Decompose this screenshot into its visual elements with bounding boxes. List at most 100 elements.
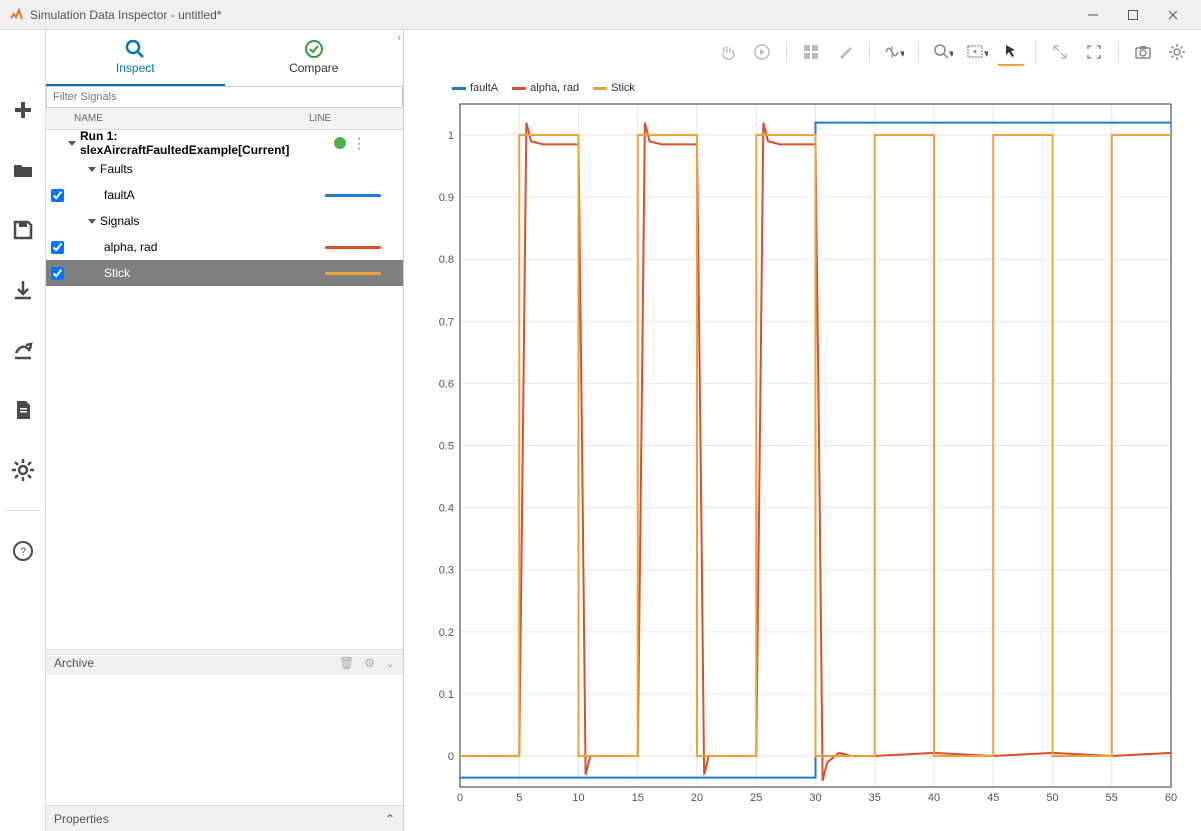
check-circle-icon <box>304 39 324 59</box>
signal-row[interactable]: Stick <box>46 260 403 286</box>
svg-text:0.4: 0.4 <box>439 503 454 515</box>
svg-text:25: 25 <box>750 792 762 804</box>
svg-text:0: 0 <box>448 751 454 763</box>
svg-text:60: 60 <box>1165 792 1177 804</box>
layout-button[interactable] <box>797 38 825 66</box>
pan-hand-button[interactable] <box>714 38 742 66</box>
run-status-dot <box>334 137 346 149</box>
svg-text:▾: ▾ <box>949 48 953 60</box>
signal-line-swatch <box>325 272 381 275</box>
svg-text:?: ? <box>19 546 25 558</box>
import-button[interactable] <box>3 270 43 310</box>
side-tabs: Inspect Compare <box>46 30 403 86</box>
collapse-panel-button[interactable]: ‹ <box>397 32 401 44</box>
svg-text:10: 10 <box>572 792 584 804</box>
svg-text:55: 55 <box>1106 792 1118 804</box>
tree-headers: NAME LINE <box>46 108 403 130</box>
chevron-down-icon[interactable]: ⌄ <box>385 656 395 670</box>
properties-header[interactable]: Properties ⌃ <box>46 805 403 831</box>
properties-label: Properties <box>54 812 109 826</box>
svg-text:0.9: 0.9 <box>439 192 454 204</box>
svg-text:50: 50 <box>1046 792 1058 804</box>
clear-button[interactable] <box>831 38 859 66</box>
signal-tree: Run 1: slexAircraftFaultedExample[Curren… <box>46 130 403 649</box>
signal-line-swatch <box>325 246 381 249</box>
group-label: Signals <box>100 214 139 228</box>
plot-settings-button[interactable] <box>1163 38 1191 66</box>
fit-button[interactable]: ▾ <box>963 38 991 66</box>
svg-text:1: 1 <box>448 130 454 142</box>
trash-icon[interactable]: 🗑 <box>339 656 354 670</box>
minimize-button[interactable] <box>1073 0 1113 30</box>
maximize-button[interactable] <box>1113 0 1153 30</box>
svg-text:0: 0 <box>457 792 463 804</box>
replay-button[interactable] <box>748 38 776 66</box>
legend-item: alpha, rad <box>512 82 579 94</box>
svg-text:0.6: 0.6 <box>439 378 454 390</box>
report-button[interactable] <box>3 390 43 430</box>
header-name: NAME <box>68 113 303 124</box>
close-button[interactable] <box>1153 0 1193 30</box>
svg-text:0.2: 0.2 <box>439 627 454 639</box>
svg-text:15: 15 <box>632 792 644 804</box>
signal-row[interactable]: alpha, rad <box>46 234 403 260</box>
help-button[interactable]: ? <box>3 531 43 571</box>
signal-label: alpha, rad <box>104 240 157 254</box>
cursor-mode-button[interactable]: ▾ <box>880 38 908 66</box>
signal-row[interactable]: faultA <box>46 182 403 208</box>
matlab-logo-icon <box>8 7 24 23</box>
signal-checkbox[interactable] <box>51 267 64 280</box>
save-button[interactable] <box>3 210 43 250</box>
svg-text:0.3: 0.3 <box>439 565 454 577</box>
svg-text:▾: ▾ <box>984 48 988 60</box>
svg-text:35: 35 <box>869 792 881 804</box>
plot-legend: faultAalpha, radStick <box>452 82 635 94</box>
header-line: LINE <box>303 113 403 124</box>
snapshot-button[interactable] <box>1129 38 1157 66</box>
svg-text:5: 5 <box>516 792 522 804</box>
open-button[interactable] <box>3 150 43 190</box>
run-options-icon[interactable]: ⋮ <box>352 135 366 152</box>
svg-text:0.1: 0.1 <box>439 689 454 701</box>
svg-text:30: 30 <box>809 792 821 804</box>
chevron-up-icon[interactable]: ⌃ <box>385 812 395 826</box>
svg-text:45: 45 <box>987 792 999 804</box>
side-panel: ‹ Inspect Compare NAME LINE Run 1: slexA… <box>46 30 404 831</box>
filter-signals-input[interactable] <box>46 86 403 108</box>
svg-text:0.5: 0.5 <box>439 441 454 453</box>
group-label: Faults <box>100 162 133 176</box>
svg-text:0.7: 0.7 <box>439 316 454 328</box>
gear-small-icon[interactable]: ⚙ <box>364 656 375 670</box>
archive-label: Archive <box>54 656 94 670</box>
tab-compare[interactable]: Compare <box>225 30 404 86</box>
plot-toolbar: ▾ ▾ ▾ <box>404 30 1201 74</box>
tab-compare-label: Compare <box>289 61 338 75</box>
fullscreen-button[interactable] <box>1080 38 1108 66</box>
export-button[interactable] <box>3 330 43 370</box>
archive-header[interactable]: Archive 🗑 ⚙ ⌄ <box>46 649 403 675</box>
tab-inspect[interactable]: Inspect <box>46 30 225 86</box>
signal-label: faultA <box>104 188 135 202</box>
signal-checkbox[interactable] <box>51 189 64 202</box>
window-title: Simulation Data Inspector - untitled* <box>30 8 1073 22</box>
svg-text:20: 20 <box>691 792 703 804</box>
plot-area: ▾ ▾ ▾ faultAalpha, radStick 051015202530… <box>404 30 1201 831</box>
left-icon-rail: ? <box>0 30 46 831</box>
pointer-button[interactable] <box>997 38 1025 66</box>
archive-body <box>46 675 403 805</box>
svg-text:▾: ▾ <box>900 48 904 60</box>
chart-svg: 0 5 10 15 20 25 30 35 40 45 50 55 60 0 0.1 0.2 0.3 0.4 0.5… <box>424 74 1181 811</box>
signal-label: Stick <box>104 266 130 280</box>
svg-text:40: 40 <box>928 792 940 804</box>
signal-checkbox[interactable] <box>51 241 64 254</box>
zoom-button[interactable]: ▾ <box>929 38 957 66</box>
new-button[interactable] <box>3 90 43 130</box>
settings-button[interactable] <box>3 450 43 490</box>
title-bar: Simulation Data Inspector - untitled* <box>0 0 1201 30</box>
svg-text:0.8: 0.8 <box>439 254 454 266</box>
legend-item: Stick <box>593 82 635 94</box>
signal-line-swatch <box>325 194 381 197</box>
run-label: Run 1: slexAircraftFaultedExample[Curren… <box>80 130 303 157</box>
expand-button[interactable] <box>1046 38 1074 66</box>
plot-canvas[interactable]: faultAalpha, radStick 051015202530354045… <box>404 74 1201 831</box>
